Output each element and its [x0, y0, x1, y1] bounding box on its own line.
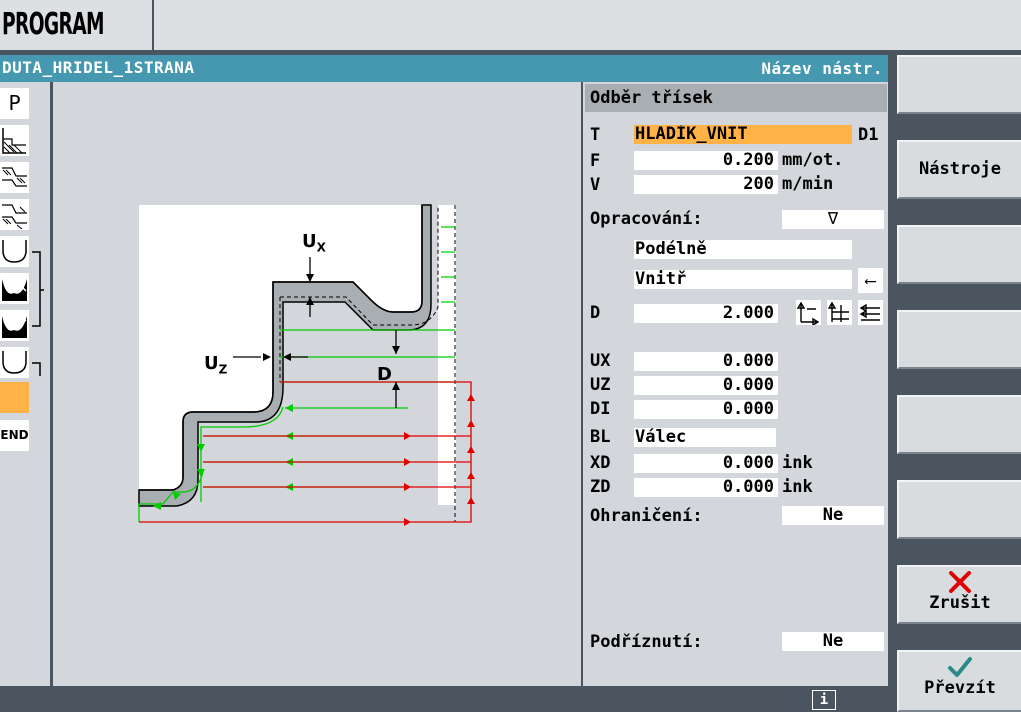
area-title: PROGRAM [2, 7, 105, 42]
position-select[interactable]: Vnitř [634, 270, 852, 289]
xd-label: XD [590, 453, 611, 473]
direction-select[interactable]: Podélně [634, 240, 852, 259]
v-label: V [590, 175, 601, 195]
program-name: DUTA_HRIDEL_1STRANA [2, 58, 195, 77]
tool-field[interactable]: HLADÍK_VNIT [634, 125, 852, 144]
xd-unit: ink [782, 453, 813, 473]
uz-dimension-label: UZ [204, 353, 228, 377]
contour-turning-icon [2, 128, 26, 154]
infeed-mode-2-icon[interactable] [827, 300, 852, 325]
step-program-header[interactable]: P [0, 88, 29, 119]
step-end[interactable]: END [0, 420, 29, 451]
limit-label: Ohraničení: [590, 506, 703, 526]
ux-label: UX [590, 351, 611, 371]
accept-softkey[interactable]: Převzít [897, 650, 1021, 712]
f-label: F [590, 151, 601, 171]
di-label: DI [590, 399, 611, 419]
softkey-5[interactable] [897, 395, 1021, 454]
checkmark-icon [948, 657, 972, 677]
zd-field[interactable]: 0.000 [634, 478, 778, 497]
strip-divider [50, 82, 52, 686]
infeed-mode-3-icon[interactable] [858, 300, 883, 325]
step-groove-3[interactable] [0, 310, 29, 341]
feed-unit: mm/ot. [782, 150, 844, 170]
uz-field[interactable]: 0.000 [634, 376, 778, 395]
step-current[interactable] [0, 382, 29, 413]
step-relief-cut[interactable] [0, 347, 29, 378]
groove-icon [2, 240, 27, 263]
undercut-label: Podříznutí: [590, 632, 703, 652]
speed-unit: m/min [782, 174, 834, 194]
status-bar [0, 686, 888, 712]
machining-label: Opracování: [590, 209, 703, 229]
stock-removal-diagram [138, 204, 475, 526]
step-groove-1[interactable] [0, 236, 29, 267]
top-divider [152, 0, 154, 50]
cutting-edge-label: D1 [858, 125, 879, 145]
machining-select[interactable]: ∇ [782, 210, 884, 229]
groove-roughing-icon [2, 279, 27, 301]
uz-label: UZ [590, 375, 611, 395]
zd-label: ZD [590, 477, 611, 497]
ux-field[interactable]: 0.000 [634, 352, 778, 371]
info-icon[interactable]: i [812, 690, 836, 710]
step-contour-parallel[interactable] [0, 162, 29, 193]
di-field[interactable]: 0.000 [634, 400, 778, 419]
blank-select[interactable]: Válec [634, 428, 776, 447]
tool-name-label: Název nástr. [761, 59, 883, 78]
t-label: T [590, 125, 601, 145]
limit-select[interactable]: Ne [782, 506, 884, 525]
cancel-softkey[interactable]: Zrušit [897, 565, 1021, 624]
cycle-title: Odběr třísek [590, 88, 713, 108]
softkey-3[interactable] [897, 225, 1021, 284]
d-dimension-label: D [377, 364, 392, 385]
xd-field[interactable]: 0.000 [634, 454, 778, 473]
tools-softkey[interactable]: Nástroje [897, 140, 1021, 199]
softkey-6[interactable] [897, 480, 1021, 539]
softkey-4[interactable] [897, 310, 1021, 369]
speed-field[interactable]: 200 [634, 175, 778, 194]
infeed-mode-1-icon[interactable] [796, 300, 821, 327]
zd-unit: ink [782, 477, 813, 497]
contour-parallel-icon [2, 167, 27, 187]
group-bracket [32, 251, 44, 327]
step-contour-turning[interactable] [0, 125, 29, 156]
step-contour-finish[interactable] [0, 199, 29, 230]
infeed-field[interactable]: 2.000 [634, 304, 778, 323]
relief-bracket [32, 362, 41, 376]
contour-finish-icon [2, 204, 27, 230]
cancel-x-icon [949, 571, 971, 593]
position-arrow-icon[interactable]: ⟵ [858, 268, 883, 293]
softkey-1[interactable] [897, 55, 1021, 114]
d-label: D [590, 303, 601, 323]
relief-cut-icon [2, 351, 27, 374]
feed-field[interactable]: 0.200 [634, 151, 778, 170]
undercut-select[interactable]: Ne [782, 632, 884, 651]
ux-dimension-label: UX [302, 231, 326, 255]
groove-finish-icon [2, 316, 27, 338]
bl-label: BL [590, 427, 611, 447]
step-groove-2[interactable] [0, 273, 29, 304]
